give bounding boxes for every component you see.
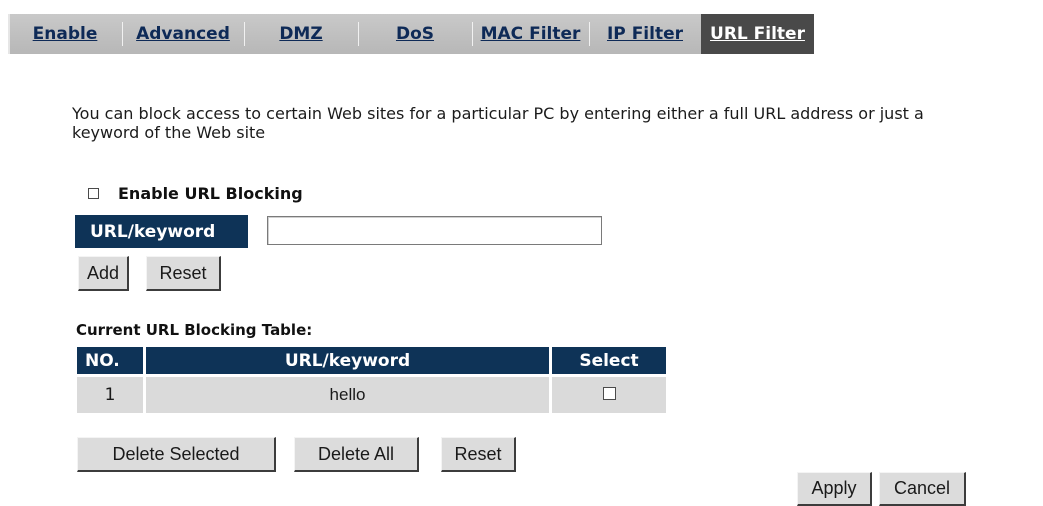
header-no: NO. xyxy=(77,347,143,374)
enable-url-blocking-checkbox[interactable] xyxy=(88,188,99,199)
page-description: You can block access to certain Web site… xyxy=(72,104,924,142)
table-caption: Current URL Blocking Table: xyxy=(76,321,313,339)
row-select-checkbox[interactable] xyxy=(602,387,616,400)
row-url-keyword: hello xyxy=(146,377,549,413)
tab-mac-filter[interactable]: MAC Filter xyxy=(472,14,589,54)
url-filter-page: Enable Advanced DMZ DoS MAC Filter IP Fi… xyxy=(0,0,1043,506)
url-keyword-input[interactable] xyxy=(267,216,602,245)
cancel-button[interactable]: Cancel xyxy=(879,472,966,506)
url-blocking-table: NO. URL/keyword Select 1 hello xyxy=(74,344,669,416)
apply-button[interactable]: Apply xyxy=(797,472,872,506)
reset-entry-button[interactable]: Reset xyxy=(146,256,221,291)
tab-ip-filter[interactable]: IP Filter xyxy=(589,14,701,54)
url-keyword-label: URL/keyword xyxy=(75,215,248,248)
enable-url-blocking-label: Enable URL Blocking xyxy=(118,184,303,203)
add-button[interactable]: Add xyxy=(78,256,129,291)
table-row: 1 hello xyxy=(77,377,666,413)
delete-selected-button[interactable]: Delete Selected xyxy=(77,437,276,472)
table-header-row: NO. URL/keyword Select xyxy=(77,347,666,374)
tab-bar-edge xyxy=(8,14,10,54)
enable-url-blocking-row: Enable URL Blocking xyxy=(88,184,303,203)
tab-url-filter[interactable]: URL Filter xyxy=(701,14,814,54)
row-number: 1 xyxy=(77,377,143,413)
delete-all-button[interactable]: Delete All xyxy=(294,437,419,472)
tab-dos[interactable]: DoS xyxy=(358,14,472,54)
row-select-cell xyxy=(552,377,666,413)
reset-table-button[interactable]: Reset xyxy=(441,437,516,472)
tab-advanced[interactable]: Advanced xyxy=(122,14,244,54)
header-url-keyword: URL/keyword xyxy=(146,347,549,374)
tab-bar: Enable Advanced DMZ DoS MAC Filter IP Fi… xyxy=(8,14,814,54)
header-select: Select xyxy=(552,347,666,374)
tab-dmz[interactable]: DMZ xyxy=(244,14,358,54)
tab-enable[interactable]: Enable xyxy=(8,14,122,54)
